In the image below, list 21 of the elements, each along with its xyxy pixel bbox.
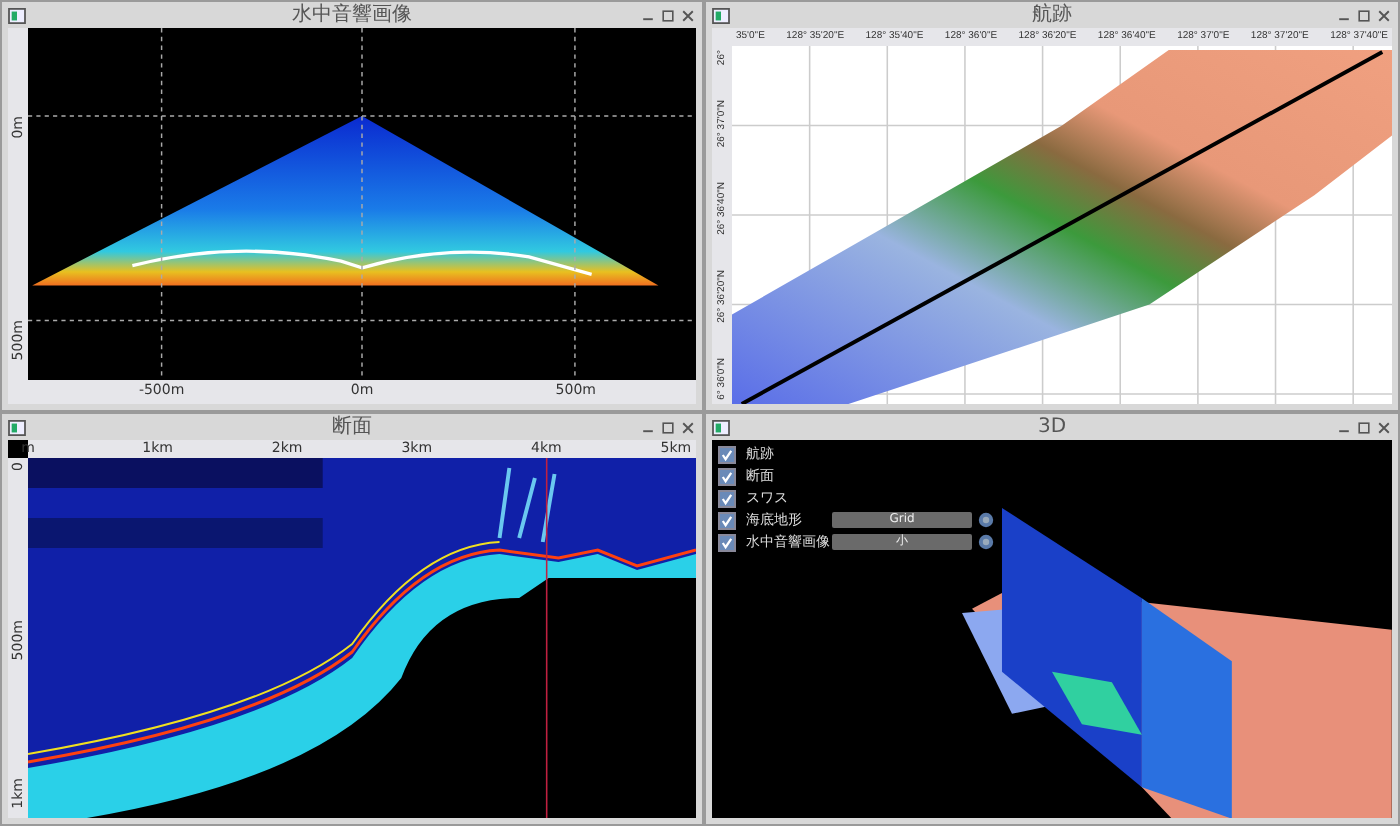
window-title: 水中音響画像: [290, 2, 414, 28]
close-icon[interactable]: [1376, 7, 1392, 23]
window-app-icon: [8, 7, 26, 23]
window-title: 断面: [330, 414, 374, 440]
maximize-icon[interactable]: [660, 419, 676, 435]
checkbox[interactable]: [718, 467, 736, 485]
close-icon[interactable]: [680, 7, 696, 23]
checkbox[interactable]: [718, 489, 736, 507]
maximize-icon[interactable]: [1356, 419, 1372, 435]
window-title: 航跡: [1030, 2, 1074, 28]
window-title: 3D: [1035, 414, 1069, 440]
checkbox[interactable]: [718, 511, 736, 529]
checkbox[interactable]: [718, 533, 736, 551]
window-app-icon: [712, 419, 730, 435]
close-icon[interactable]: [1376, 419, 1392, 435]
checkbox[interactable]: [718, 445, 736, 463]
close-icon[interactable]: [680, 419, 696, 435]
window-app-icon: [712, 7, 730, 23]
maximize-icon[interactable]: [1356, 7, 1372, 23]
window-app-icon: [8, 419, 26, 435]
maximize-icon[interactable]: [660, 7, 676, 23]
